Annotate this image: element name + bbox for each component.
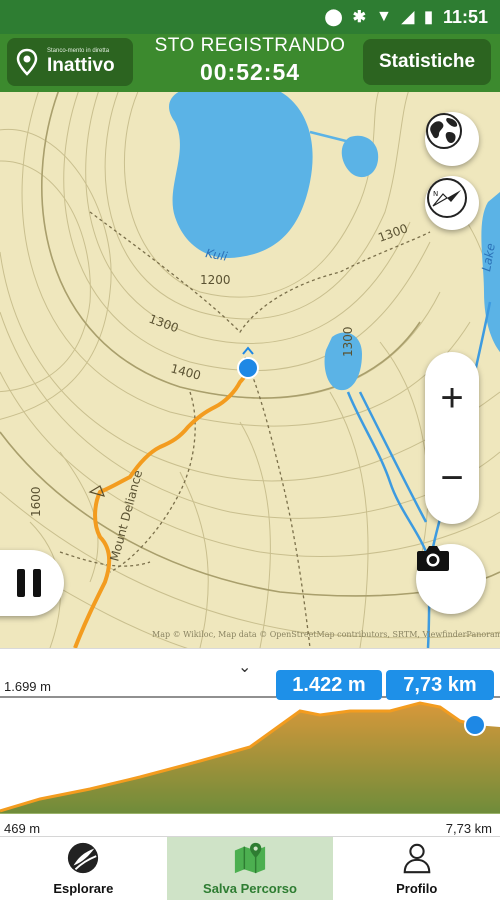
globe-icon (426, 113, 462, 149)
contour-label-1300-c: 1300 (341, 326, 355, 357)
contour-label-1400: 1400 (169, 361, 202, 382)
tab-explore[interactable]: Esplorare (0, 837, 167, 900)
signal-icon: ◢ (401, 9, 415, 26)
camera-icon (417, 546, 449, 571)
current-elevation-badge: 1.422 m (276, 670, 382, 700)
summit-triangle (88, 485, 106, 497)
min-elevation-label: 469 m (4, 821, 41, 836)
live-tracking-caption: Stanco-mento in diretta (47, 48, 110, 54)
current-position-dot (237, 357, 259, 379)
tab-profile[interactable]: Profilo (333, 837, 500, 900)
max-elevation-label: 1.699 m (4, 679, 51, 694)
profile-position-dot (464, 714, 486, 736)
user-icon (403, 843, 430, 874)
collapse-chevron-icon[interactable]: ⌄ (238, 657, 251, 677)
map-view[interactable]: 1200 1300 1400 1300 1600 1100 1300 Kuli … (0, 92, 500, 648)
explore-icon (68, 842, 99, 874)
contour-label-1300: 1300 (147, 312, 180, 336)
lake-label: Kuli (204, 246, 229, 264)
status-bar: ⬤ ✱ ▼ ◢ ▮ 11:51 (0, 0, 500, 34)
live-tracking-button[interactable]: Stanco-mento in diretta Inattivo (7, 38, 133, 86)
map-attribution: Map © Wikiloc, Map data © OpenStreetMap … (152, 630, 500, 639)
elevation-profile[interactable]: ⌄ 1.699 m 1.422 m 7,73 km 469 m 7,73 km (0, 648, 500, 836)
location-pin-icon (16, 48, 38, 76)
pause-recording-button[interactable] (0, 550, 64, 616)
statistics-button[interactable]: Statistiche (363, 39, 491, 85)
recording-timer: 00:52:54 (199, 59, 301, 85)
svg-text:N: N (433, 190, 438, 198)
tab-explore-label: Esplorare (53, 881, 114, 896)
tab-save-route-label: Salva Percorso (203, 881, 297, 896)
tab-save-route[interactable]: Salva Percorso (166, 837, 334, 900)
lake-kuli (169, 92, 313, 258)
bluetooth-icon: ✱ (352, 9, 366, 26)
recorded-track (73, 367, 250, 648)
battery-icon: ▮ (424, 9, 433, 26)
compass-icon: N (427, 178, 467, 218)
recording-title: STO REGISTRANDO (154, 35, 346, 56)
contour-label-1600: 1600 (29, 486, 43, 517)
contour-label-1300-b: 1300 (376, 221, 409, 245)
current-distance-badge: 7,73 km (386, 670, 494, 700)
zoom-out-button[interactable]: − (425, 448, 479, 508)
live-tracking-status: Inattivo (47, 55, 115, 76)
mountain-label: Mount Deliance (107, 469, 145, 563)
map-layers-button[interactable] (425, 112, 479, 166)
pause-icon (17, 569, 25, 597)
bottom-tab-bar: Esplorare Salva Percorso Profilo (0, 836, 500, 900)
elevation-area (0, 703, 500, 813)
location-icon: ⬤ (324, 9, 343, 26)
zoom-in-button[interactable]: + (425, 368, 479, 428)
map-pin-icon (234, 842, 266, 874)
tab-profile-label: Profilo (396, 881, 438, 896)
wifi-icon: ▼ (375, 8, 392, 25)
camera-button[interactable] (416, 544, 486, 614)
compass-button[interactable]: N (425, 176, 479, 230)
end-distance-label: 7,73 km (445, 821, 492, 836)
recording-header: Stanco-mento in diretta Inattivo STO REG… (0, 34, 500, 92)
zoom-control: + − (425, 352, 479, 524)
status-time: 11:51 (442, 6, 488, 27)
contour-label-1200: 1200 (200, 273, 231, 287)
